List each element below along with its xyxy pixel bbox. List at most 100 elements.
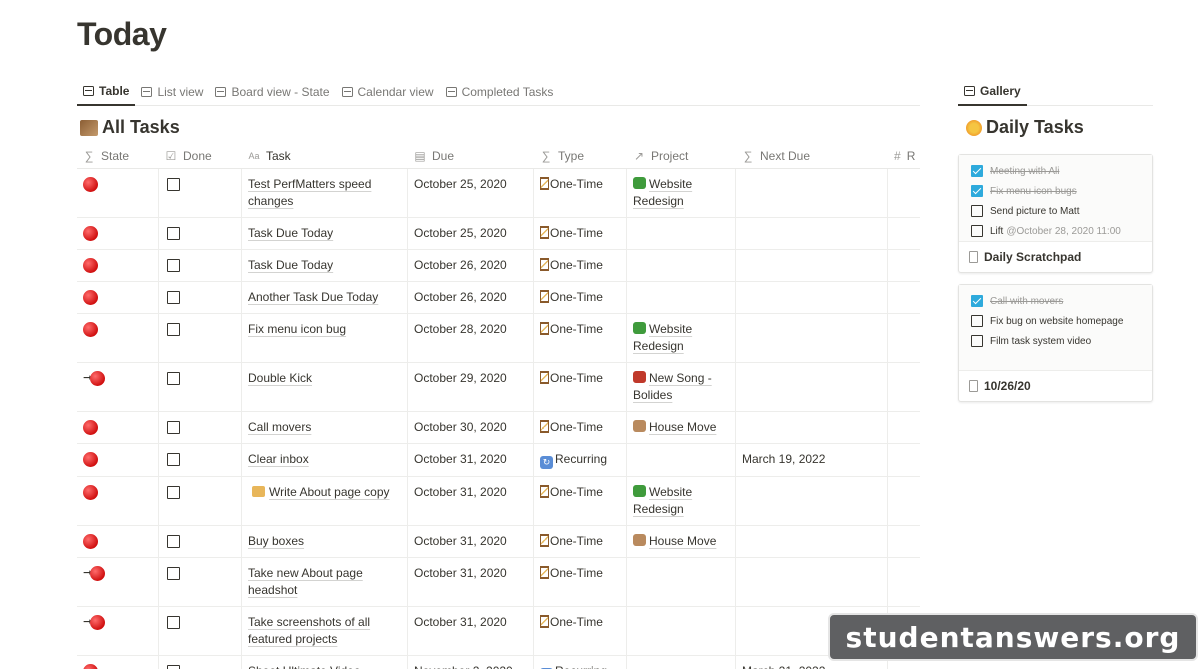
column-header-type[interactable]: ∑ Type (534, 143, 627, 168)
column-header-r[interactable]: # R (888, 143, 920, 168)
task-cell[interactable]: Call movers (242, 412, 408, 443)
due-cell[interactable]: November 2, 2020 (408, 656, 534, 669)
done-checkbox[interactable] (167, 486, 180, 500)
due-cell[interactable]: October 25, 2020 (408, 218, 534, 249)
table-row[interactable]: ➞ Take new About page headshot October 31,… (77, 558, 920, 607)
column-header-next-due[interactable]: ∑ Next Due (736, 143, 888, 168)
done-checkbox[interactable] (167, 535, 180, 549)
project-cell[interactable] (627, 558, 736, 606)
table-row[interactable]: Clear inbox October 31, 2020 ↻ Recurring Mar… (77, 444, 920, 477)
done-checkbox[interactable] (167, 421, 180, 435)
tab-table[interactable]: Table (77, 78, 136, 106)
database-title[interactable]: All Tasks (80, 117, 180, 138)
due-cell[interactable]: October 29, 2020 (408, 363, 534, 411)
due-cell[interactable]: October 31, 2020 (408, 477, 534, 525)
task-cell[interactable]: Fix menu icon bug (242, 314, 408, 362)
task-cell[interactable]: Test PerfMatters speed changes (242, 169, 408, 217)
red-circle-icon (90, 615, 106, 631)
done-checkbox[interactable] (167, 227, 180, 241)
due-cell[interactable]: October 26, 2020 (408, 282, 534, 313)
done-checkbox[interactable] (167, 372, 180, 386)
table-row[interactable]: Write About page copy October 31, 2020 One… (77, 477, 920, 526)
column-header-task[interactable]: Aa Task (242, 143, 408, 168)
column-header-project[interactable]: ↗ Project (627, 143, 736, 168)
red-circle-icon (83, 258, 98, 274)
task-cell[interactable]: Write About page copy (242, 477, 408, 525)
done-checkbox[interactable] (167, 323, 180, 337)
todo-checkbox[interactable] (971, 165, 983, 177)
table-row[interactable]: Test PerfMatters speed changes October 25… (77, 169, 920, 218)
due-cell[interactable]: October 25, 2020 (408, 169, 534, 217)
gallery-card[interactable]: Call with movers Fix bug on website home… (958, 284, 1153, 402)
project-cell[interactable] (627, 444, 736, 476)
project-cell[interactable]: Website Redesign (627, 477, 736, 525)
task-cell[interactable]: Task Due Today (242, 218, 408, 249)
next-due-cell (736, 314, 888, 362)
todo-checkbox[interactable] (971, 225, 983, 237)
project-cell[interactable] (627, 607, 736, 655)
tab-completed-tasks[interactable]: Completed Tasks (440, 78, 560, 106)
project-cell[interactable] (627, 218, 736, 249)
table-row[interactable]: Another Task Due Today October 26, 2020 On… (77, 282, 920, 314)
due-cell[interactable]: October 31, 2020 (408, 607, 534, 655)
card-title[interactable]: 10/26/20 (959, 371, 1152, 401)
due-cell[interactable]: October 31, 2020 (408, 558, 534, 606)
card-title[interactable]: Daily Scratchpad (959, 242, 1152, 272)
project-cell[interactable]: House Move (627, 412, 736, 443)
done-cell (159, 656, 242, 669)
due-cell[interactable]: October 26, 2020 (408, 250, 534, 281)
task-cell[interactable]: Buy boxes (242, 526, 408, 557)
todo-checkbox[interactable] (971, 205, 983, 217)
due-cell[interactable]: October 30, 2020 (408, 412, 534, 443)
due-cell[interactable]: October 31, 2020 (408, 444, 534, 476)
task-cell[interactable]: Double Kick (242, 363, 408, 411)
done-checkbox[interactable] (167, 291, 180, 305)
due-cell[interactable]: October 28, 2020 (408, 314, 534, 362)
column-header-done[interactable]: ☑ Done (159, 143, 242, 168)
r-cell (888, 282, 920, 313)
project-link[interactable]: House Move (649, 534, 716, 548)
tab-calendar-view[interactable]: Calendar view (336, 78, 440, 106)
done-checkbox[interactable] (167, 178, 180, 192)
project-cell[interactable]: New Song - Bolides (627, 363, 736, 411)
due-cell[interactable]: October 31, 2020 (408, 526, 534, 557)
project-cell[interactable] (627, 250, 736, 281)
project-cell[interactable] (627, 282, 736, 313)
task-cell[interactable]: Shoot Ultimate Video (242, 656, 408, 669)
task-cell[interactable]: Task Due Today (242, 250, 408, 281)
table-row[interactable]: ➞ Take screenshots of all featured projec… (77, 607, 920, 656)
tab-gallery[interactable]: Gallery (958, 78, 1027, 106)
todo-checkbox[interactable] (971, 335, 983, 347)
tab-board-view[interactable]: Board view - State (209, 78, 335, 106)
table-row[interactable]: Task Due Today October 25, 2020 One-Time (77, 218, 920, 250)
column-header-due[interactable]: ▤ Due (408, 143, 534, 168)
table-row[interactable]: ➞ Double Kick October 29, 2020 One-Time New … (77, 363, 920, 412)
task-cell[interactable]: Another Task Due Today (242, 282, 408, 313)
todo-checkbox[interactable] (971, 295, 983, 307)
project-cell[interactable]: Website Redesign (627, 314, 736, 362)
task-cell[interactable]: Take new About page headshot (242, 558, 408, 606)
done-checkbox[interactable] (167, 453, 180, 467)
task-cell[interactable]: Take screenshots of all featured project… (242, 607, 408, 655)
project-cell[interactable] (627, 656, 736, 669)
gallery-title[interactable]: Daily Tasks (966, 117, 1084, 138)
todo-checkbox[interactable] (971, 315, 983, 327)
table-row[interactable]: Shoot Ultimate Video November 2, 2020↻Rec… (77, 656, 920, 669)
done-checkbox[interactable] (167, 665, 180, 669)
table-row[interactable]: Call movers October 30, 2020 One-Time House… (77, 412, 920, 444)
todo-checkbox[interactable] (971, 185, 983, 197)
table-row[interactable]: Task Due Today October 26, 2020 One-Time (77, 250, 920, 282)
project-cell[interactable]: Website Redesign (627, 169, 736, 217)
table-row[interactable]: Buy boxes October 31, 2020 One-Time House M… (77, 526, 920, 558)
tab-list-view[interactable]: List view (135, 78, 209, 106)
column-header-state[interactable]: ∑ State (77, 143, 159, 168)
done-checkbox[interactable] (167, 616, 180, 630)
formula-icon: ∑ (743, 148, 753, 163)
project-link[interactable]: House Move (649, 420, 716, 434)
project-cell[interactable]: House Move (627, 526, 736, 557)
gallery-card[interactable]: Meeting with Ali Fix menu icon bugs Send… (958, 154, 1153, 273)
done-checkbox[interactable] (167, 567, 180, 581)
task-cell[interactable]: Clear inbox (242, 444, 408, 476)
table-row[interactable]: Fix menu icon bug October 28, 2020 One-Tim… (77, 314, 920, 363)
done-checkbox[interactable] (167, 259, 180, 273)
